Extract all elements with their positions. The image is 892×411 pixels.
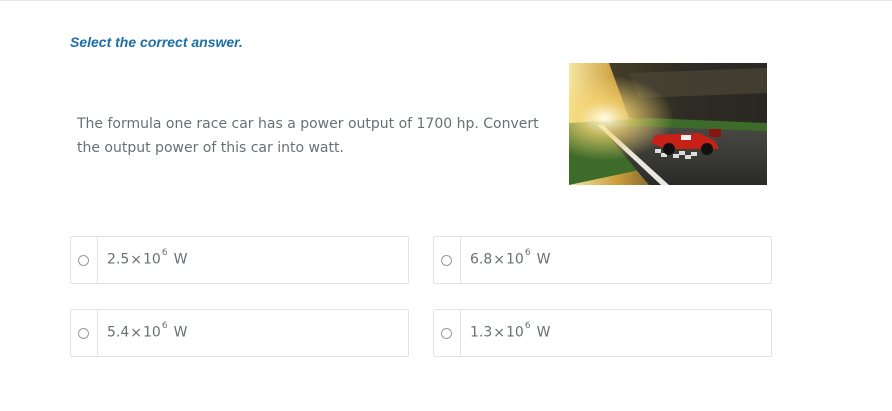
radio-cell[interactable] (71, 310, 98, 356)
times-sign: × (493, 251, 505, 268)
base: 10 (506, 251, 524, 268)
coefficient: 2.5 (107, 251, 130, 268)
radio-cell[interactable] (71, 237, 98, 283)
radio-cell[interactable] (434, 237, 461, 283)
base: 10 (143, 324, 161, 341)
coefficient: 5.4 (107, 324, 130, 341)
answer-option-b[interactable]: 6.8×106 W (433, 236, 772, 284)
exponent: 6 (524, 321, 531, 331)
radio-button[interactable] (441, 328, 452, 339)
base: 10 (143, 251, 161, 268)
exponent: 6 (161, 321, 168, 331)
unit: W (173, 324, 188, 341)
exponent: 6 (524, 248, 531, 258)
coefficient: 1.3 (470, 324, 493, 341)
instruction-text: Select the correct answer. (70, 34, 243, 50)
radio-cell[interactable] (434, 310, 461, 356)
radio-button[interactable] (78, 328, 89, 339)
answer-label: 6.8×106 W (470, 248, 551, 268)
coefficient: 6.8 (470, 251, 493, 268)
answer-option-a[interactable]: 2.5×106 W (70, 236, 409, 284)
unit: W (536, 324, 551, 341)
unit: W (536, 251, 551, 268)
top-divider (0, 0, 892, 1)
radio-button[interactable] (441, 255, 452, 266)
times-sign: × (493, 324, 505, 341)
question-text: The formula one race car has a power out… (77, 116, 539, 156)
times-sign: × (130, 251, 142, 268)
answer-option-c[interactable]: 5.4×106 W (70, 309, 409, 357)
times-sign: × (130, 324, 142, 341)
exponent: 6 (161, 248, 168, 258)
unit: W (173, 251, 188, 268)
race-car-image (569, 63, 767, 185)
answer-label: 2.5×106 W (107, 248, 188, 268)
radio-button[interactable] (78, 255, 89, 266)
answer-label: 1.3×106 W (470, 321, 551, 341)
answer-label: 5.4×106 W (107, 321, 188, 341)
answer-option-d[interactable]: 1.3×106 W (433, 309, 772, 357)
base: 10 (506, 324, 524, 341)
